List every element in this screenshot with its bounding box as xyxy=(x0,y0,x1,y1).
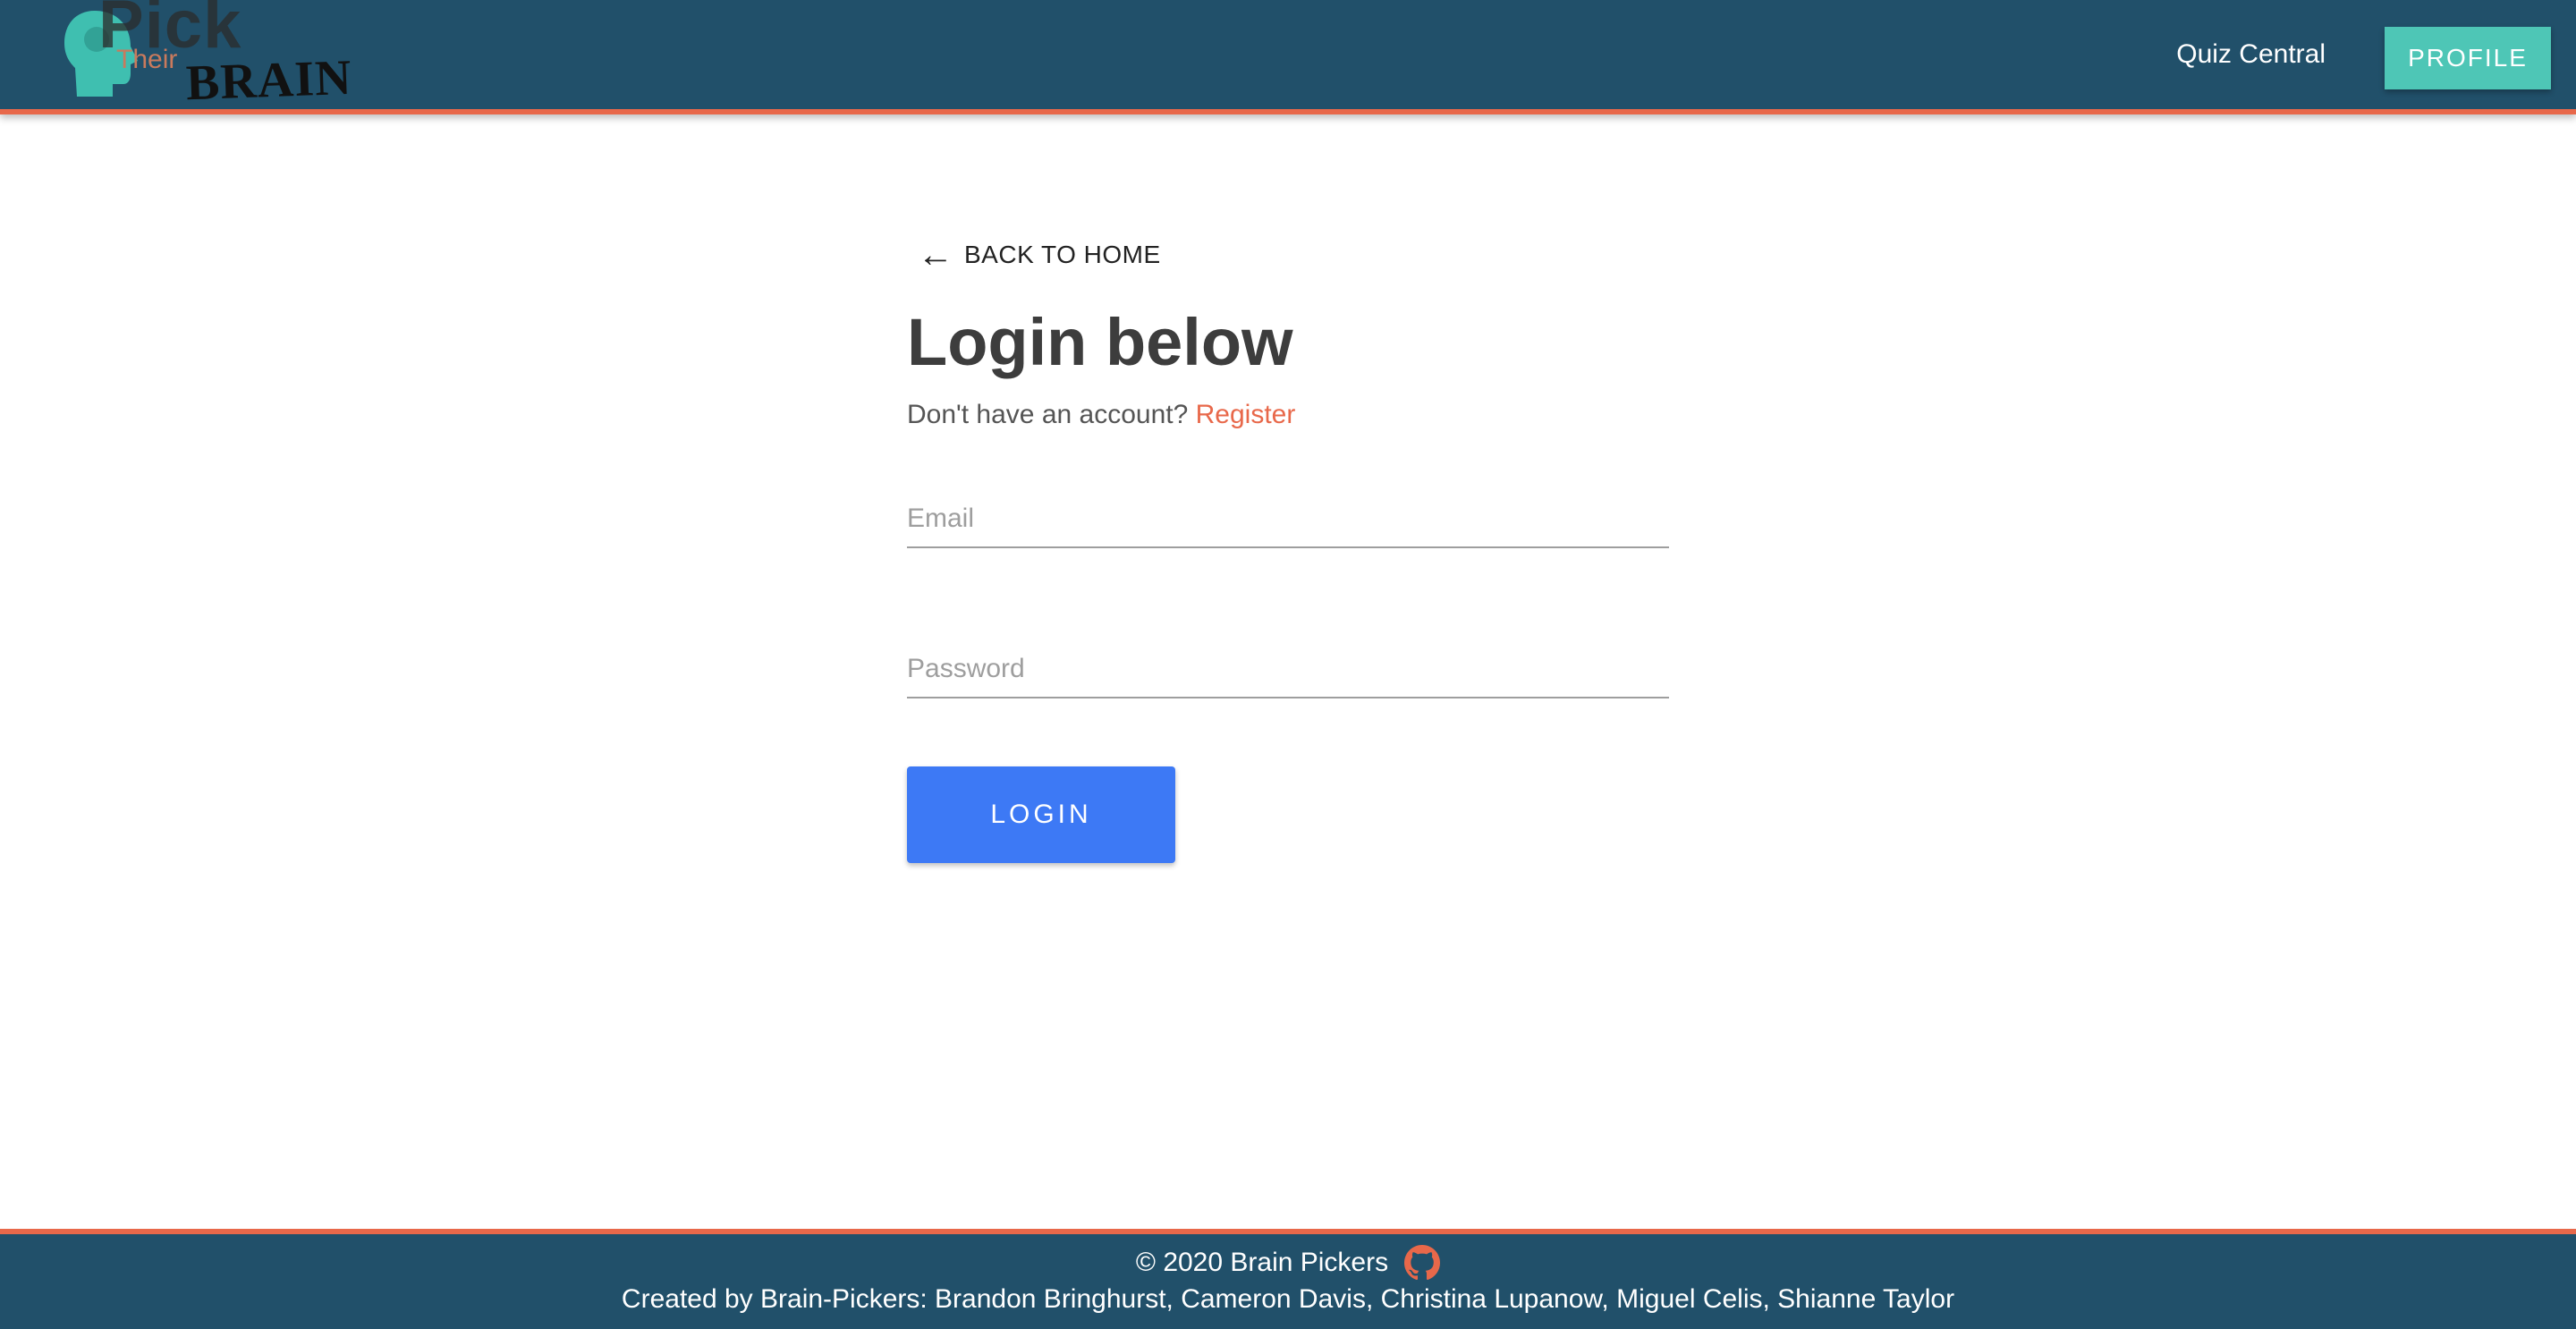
page-title: Login below xyxy=(907,306,1669,378)
password-field[interactable] xyxy=(907,654,1669,685)
profile-button[interactable]: PROFILE xyxy=(2385,27,2551,89)
login-button[interactable]: LOGIN xyxy=(907,766,1175,864)
back-to-home-label: BACK TO HOME xyxy=(964,241,1161,268)
page-title-bold: Login xyxy=(907,305,1088,379)
register-prompt-text: Don't have an account? xyxy=(907,400,1189,430)
copyright-text: © 2020 Brain Pickers xyxy=(1135,1248,1389,1277)
password-field-wrapper xyxy=(907,623,1669,699)
email-field[interactable] xyxy=(907,504,1669,535)
arrow-left-icon: ← xyxy=(918,235,954,275)
brand-logo[interactable]: Pick Their BRAIN xyxy=(27,0,367,107)
register-link[interactable]: Register xyxy=(1196,400,1296,429)
login-panel: ← BACK TO HOME Login below Don't have an… xyxy=(907,224,1669,864)
navbar: Pick Their BRAIN Quiz Central PROFILE xyxy=(0,0,2576,114)
email-field-wrapper xyxy=(907,473,1669,549)
nav-link-quiz-central[interactable]: Quiz Central xyxy=(2176,39,2326,70)
logo-word-their: Their xyxy=(116,45,178,74)
register-prompt: Don't have an account? Register xyxy=(907,400,1669,430)
footer: © 2020 Brain Pickers Created by Brain-Pi… xyxy=(0,1229,2576,1329)
footer-copyright-row: © 2020 Brain Pickers xyxy=(0,1245,2576,1281)
page-title-rest: below xyxy=(1105,305,1293,379)
logo-word-brain: BRAIN xyxy=(184,49,353,107)
footer-credits: Created by Brain-Pickers: Brandon Bringh… xyxy=(621,1284,1955,1314)
back-to-home-link[interactable]: ← BACK TO HOME xyxy=(907,224,1669,286)
github-icon[interactable] xyxy=(1404,1245,1441,1281)
